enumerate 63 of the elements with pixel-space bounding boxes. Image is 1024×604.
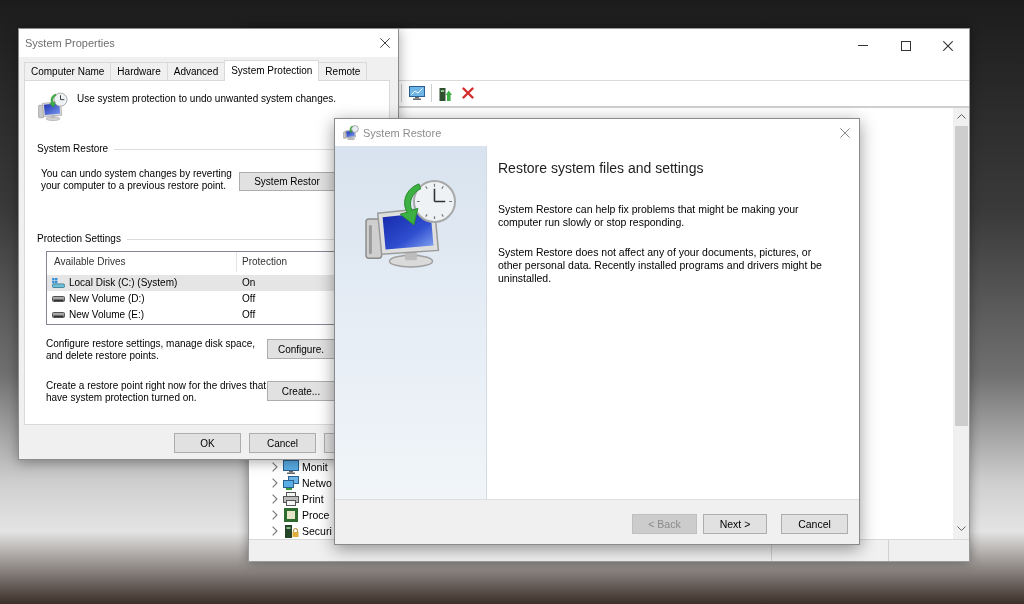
system-drive-icon [52,278,65,288]
chevron-right-icon[interactable] [272,494,278,504]
list-cell: Local Disk (C:) (System) [69,276,178,290]
tab[interactable]: Remote [318,62,368,80]
computer-clock-icon [343,125,359,140]
tab[interactable]: Computer Name [24,62,112,80]
close-icon[interactable] [943,40,953,51]
tree-item[interactable]: Netwo [272,475,332,491]
computer-clock-icon [364,178,458,268]
description-text: You can undo system changes by reverting your computer to a previous restore point. [41,168,232,192]
ok-button[interactable]: OK [174,433,241,453]
column-header[interactable]: Protection [237,252,288,272]
scrollbar-thumb[interactable] [954,126,968,426]
window-title: System Restore [363,126,443,139]
list-cell-text: Off [241,292,256,306]
description-text: Create a restore point right now for the drives that have system protection turned on. [46,380,267,404]
tab[interactable]: System Protection [224,60,320,81]
drive-icon [52,312,65,318]
chevron-right-icon[interactable] [272,510,278,520]
list-cell-text: Off [241,308,256,322]
next-button[interactable]: Next > [703,514,767,534]
list-cell: New Volume (E:) [69,308,145,322]
group-label: Protection Settings [37,233,121,245]
cancel-button[interactable]: Cancel [781,514,848,534]
printer-icon [283,492,299,506]
chevron-up-icon[interactable] [956,114,966,119]
description-text: Use system protection to undo unwanted system changes. [77,93,337,105]
maximize-icon[interactable] [901,40,911,51]
monitor-icon[interactable] [409,86,425,100]
cancel-button[interactable]: Cancel [249,433,316,453]
chevron-right-icon[interactable] [272,478,278,488]
network-icon [283,476,299,490]
window-title: System Properties [25,37,115,49]
tree-item[interactable]: Securi [272,523,332,539]
group-label: System Restore [37,143,109,155]
drive-icon [52,296,65,302]
column-header[interactable]: Available Drives [47,252,237,272]
list-cell-text: On [241,276,256,290]
monitor-icon [283,460,299,474]
cross-icon[interactable] [462,87,474,99]
tree-item[interactable]: Proce [272,507,330,523]
system-restore-button[interactable]: System Restor [239,172,335,191]
tree-item[interactable]: Print [272,491,324,507]
device-up-arrow-icon[interactable] [439,85,452,101]
drive-row[interactable]: Local Disk (C:) (System) On [47,275,335,291]
configure-button[interactable]: Configure. [267,339,335,359]
chip-lock-icon [283,524,299,538]
chevron-right-icon[interactable] [272,526,278,536]
scrollbar[interactable] [953,108,969,539]
chevron-down-icon[interactable] [956,526,966,531]
chip-icon [283,508,299,522]
close-icon[interactable] [380,38,390,48]
computer-clock-icon [38,92,68,121]
description-text: System Restore does not affect any of your documents, pictures, or other personal data. Recently installed programs and drivers might be uninstalled. [498,246,823,285]
description-text: Configure restore settings, manage disk space, and delete restore points. [46,338,255,362]
chevron-right-icon[interactable] [272,462,278,472]
tree-item[interactable]: Monit [272,459,328,475]
drive-row[interactable]: New Volume (E:) Off [47,307,335,323]
drive-row[interactable]: New Volume (D:) Off [47,291,335,307]
list-cell: New Volume (D:) [69,292,145,306]
wizard-heading: Restore system files and settings [498,159,705,178]
description-text: System Restore can help fix problems that might be making your computer run slowly or stop responding. [498,203,800,229]
create-button[interactable]: Create... [267,381,335,401]
